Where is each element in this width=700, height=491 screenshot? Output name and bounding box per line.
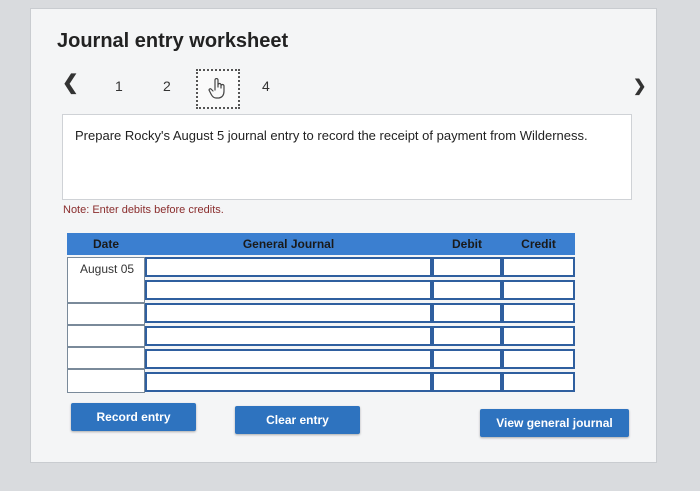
credit-input[interactable]	[502, 326, 575, 346]
debit-input[interactable]	[432, 303, 502, 323]
header-general-journal: General Journal	[145, 233, 433, 255]
prompt-text: Prepare Rocky's August 5 journal entry t…	[75, 128, 588, 143]
page-title: Journal entry worksheet	[57, 30, 289, 52]
credit-input[interactable]	[502, 349, 575, 369]
debit-input[interactable]	[432, 257, 502, 277]
clear-entry-button[interactable]: Clear entry	[235, 406, 360, 434]
date-cell: August 05	[67, 257, 145, 303]
view-general-journal-button[interactable]: View general journal	[480, 409, 629, 437]
date-cell	[67, 369, 145, 393]
debit-input[interactable]	[432, 349, 502, 369]
page-4-tab[interactable]: 4	[262, 78, 270, 94]
question-prompt: Prepare Rocky's August 5 journal entry t…	[62, 114, 632, 200]
account-input[interactable]	[145, 349, 432, 369]
chevron-right-icon[interactable]: ❯	[633, 76, 646, 96]
chevron-left-icon[interactable]: ❮	[62, 70, 79, 95]
credit-input[interactable]	[502, 257, 575, 277]
page-2-tab[interactable]: 2	[163, 78, 171, 94]
account-input[interactable]	[145, 280, 432, 300]
credit-input[interactable]	[502, 372, 575, 392]
account-input[interactable]	[145, 326, 432, 346]
note-text: Note: Enter debits before credits.	[63, 204, 224, 216]
header-debit: Debit	[432, 233, 503, 255]
debit-input[interactable]	[432, 326, 502, 346]
credit-input[interactable]	[502, 280, 575, 300]
account-input[interactable]	[145, 257, 432, 277]
date-cell	[67, 347, 145, 369]
page-3-tab[interactable]	[196, 69, 240, 109]
header-date: Date	[67, 233, 146, 255]
credit-input[interactable]	[502, 303, 575, 323]
debit-input[interactable]	[432, 280, 502, 300]
header-credit: Credit	[502, 233, 575, 255]
account-input[interactable]	[145, 372, 432, 392]
hand-pointer-icon	[208, 78, 225, 99]
record-entry-button[interactable]: Record entry	[71, 403, 196, 431]
date-cell	[67, 325, 145, 347]
debit-input[interactable]	[432, 372, 502, 392]
account-input[interactable]	[145, 303, 432, 323]
page-1-tab[interactable]: 1	[115, 78, 123, 94]
date-cell	[67, 303, 145, 325]
